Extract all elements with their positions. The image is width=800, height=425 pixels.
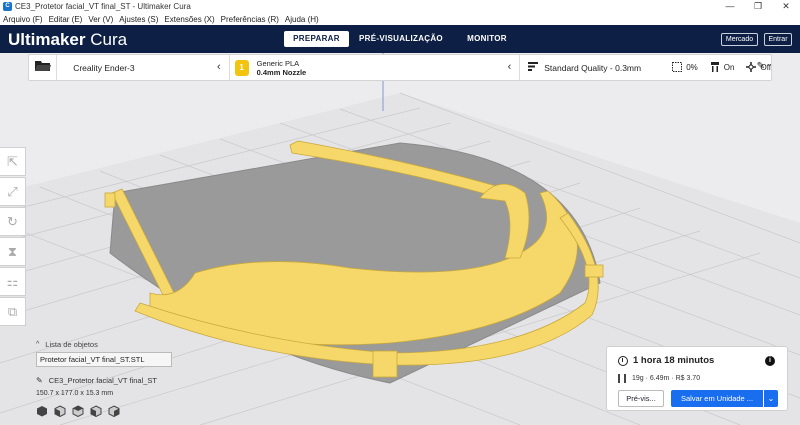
material-selector[interactable]: 1 Generic PLA 0.4mm Nozzle ‹ bbox=[230, 55, 521, 80]
quality-label: Standard Quality - 0.3mm bbox=[544, 62, 642, 73]
per-model-settings-icon[interactable]: ⚏ bbox=[0, 267, 26, 296]
view-front-icon[interactable] bbox=[54, 405, 68, 418]
printer-selector[interactable]: Creality Ender-3 ‹ bbox=[57, 55, 230, 80]
tab-pre-visualizacao[interactable]: PRÉ-VISUALIZAÇÃO bbox=[349, 31, 453, 47]
menu-editar[interactable]: Editar (E) bbox=[49, 15, 83, 24]
chevron-left-icon: ‹ bbox=[216, 61, 221, 73]
view-left-icon[interactable] bbox=[90, 405, 104, 418]
mirror-tool-icon[interactable]: ⧗ bbox=[0, 237, 26, 266]
stage-tabs: PREPARAR PRÉ-VISUALIZAÇÃO MONITOR bbox=[284, 31, 521, 47]
preview-button[interactable]: Pré-vis... bbox=[618, 390, 664, 407]
infill-value: 0% bbox=[686, 63, 698, 72]
print-time-value: 1 hora 18 minutos bbox=[633, 355, 715, 366]
chevron-down-icon[interactable]: ⌄ bbox=[764, 390, 778, 407]
rotate-tool-icon[interactable]: ↻ bbox=[0, 207, 26, 236]
print-stats-value: 19g · 6.49m · R$ 3.70 bbox=[632, 375, 701, 382]
tool-panel: ⇱ ⤢ ↻ ⧗ ⚏ ⧉ bbox=[0, 147, 26, 327]
object-list-title: Lista de objetos bbox=[45, 340, 98, 349]
tab-preparar[interactable]: PREPARAR bbox=[284, 31, 349, 47]
view-top-icon[interactable] bbox=[72, 405, 86, 418]
material-name: Generic PLA bbox=[256, 58, 300, 68]
tab-monitor[interactable]: MONITOR bbox=[453, 31, 521, 47]
infill-setting: 0% bbox=[672, 61, 698, 74]
print-settings-selector[interactable]: Standard Quality - 0.3mm 0% On Off ✎ bbox=[520, 55, 771, 80]
print-stats: 19g · 6.49m · R$ 3.70 bbox=[618, 374, 700, 383]
close-button[interactable]: ✕ bbox=[772, 0, 800, 13]
window-title: CE3_Protetor facial_VT final_ST - Ultima… bbox=[15, 2, 191, 11]
selected-object: ✎ CE3_Protetor facial_VT final_ST bbox=[36, 376, 157, 385]
app-header: Ultimaker Cura PREPARAR PRÉ-VISUALIZAÇÃO… bbox=[0, 25, 800, 53]
chevron-left-icon: ‹ bbox=[507, 61, 512, 73]
view-orientation-buttons bbox=[36, 405, 126, 418]
support-blocker-icon[interactable]: ⧉ bbox=[0, 297, 26, 326]
nozzle-size: 0.4mm Nozzle bbox=[256, 67, 307, 77]
view-3d-icon[interactable] bbox=[36, 405, 50, 417]
support-icon bbox=[710, 61, 720, 74]
object-dimensions: 150.7 x 177.0 x 15.3 mm bbox=[36, 390, 114, 397]
infill-icon bbox=[672, 61, 683, 74]
print-action-panel: 1 hora 18 minutos i 19g · 6.49m · R$ 3.7… bbox=[606, 346, 788, 411]
save-to-drive-button[interactable]: Salvar em Unidade ... bbox=[671, 390, 763, 407]
filament-spool-icon bbox=[618, 374, 626, 383]
adhesion-icon bbox=[746, 61, 757, 74]
object-list: ^ Lista de objetos Protetor facial_VT fi… bbox=[36, 340, 172, 367]
chevron-up-icon: ^ bbox=[36, 341, 40, 348]
app-logo: Ultimaker Cura bbox=[8, 30, 128, 49]
menu-ajuda[interactable]: Ajuda (H) bbox=[285, 15, 319, 24]
menu-extensoes[interactable]: Extensões (X) bbox=[164, 15, 214, 24]
object-list-item[interactable]: Protetor facial_VT final_ST.STL bbox=[36, 352, 172, 367]
quality-profile-icon bbox=[528, 62, 539, 73]
marketplace-button[interactable]: Mercado bbox=[721, 33, 758, 46]
window-titlebar: C CE3_Protetor facial_VT final_ST - Ulti… bbox=[0, 0, 800, 13]
cura-app-icon: C bbox=[3, 2, 12, 11]
menu-preferencias[interactable]: Preferências (R) bbox=[221, 15, 279, 24]
menu-ver[interactable]: Ver (V) bbox=[88, 15, 113, 24]
menu-bar: Arquivo (F) Editar (E) Ver (V) Ajustes (… bbox=[0, 13, 800, 25]
folder-icon bbox=[34, 60, 51, 75]
menu-arquivo[interactable]: Arquivo (F) bbox=[3, 15, 43, 24]
open-file-button[interactable] bbox=[29, 55, 58, 80]
edit-settings-pencil-icon[interactable]: ✎ bbox=[757, 61, 765, 72]
clock-icon bbox=[618, 355, 628, 366]
window-controls: — ❐ ✕ bbox=[716, 0, 800, 13]
settings-toolbar: Creality Ender-3 ‹ 1 Generic PLA 0.4mm N… bbox=[28, 54, 772, 81]
object-list-toggle[interactable]: ^ Lista de objetos bbox=[36, 340, 172, 349]
support-value: On bbox=[723, 63, 735, 72]
sign-in-button[interactable]: Entrar bbox=[764, 33, 792, 46]
material-badge: 1 bbox=[234, 59, 249, 76]
selected-object-name: CE3_Protetor facial_VT final_ST bbox=[48, 376, 157, 385]
scale-tool-icon[interactable]: ⤢ bbox=[0, 177, 26, 206]
maximize-button[interactable]: ❐ bbox=[744, 0, 772, 13]
menu-ajustes[interactable]: Ajustes (S) bbox=[119, 15, 158, 24]
minimize-button[interactable]: — bbox=[716, 0, 744, 13]
print-time: 1 hora 18 minutos bbox=[618, 355, 714, 366]
printer-name: Creality Ender-3 bbox=[73, 62, 135, 73]
support-setting: On bbox=[710, 61, 735, 74]
info-icon[interactable]: i bbox=[765, 356, 775, 366]
move-tool-icon[interactable]: ⇱ bbox=[0, 147, 26, 176]
view-right-icon[interactable] bbox=[108, 405, 122, 418]
pencil-icon[interactable]: ✎ bbox=[36, 376, 43, 385]
